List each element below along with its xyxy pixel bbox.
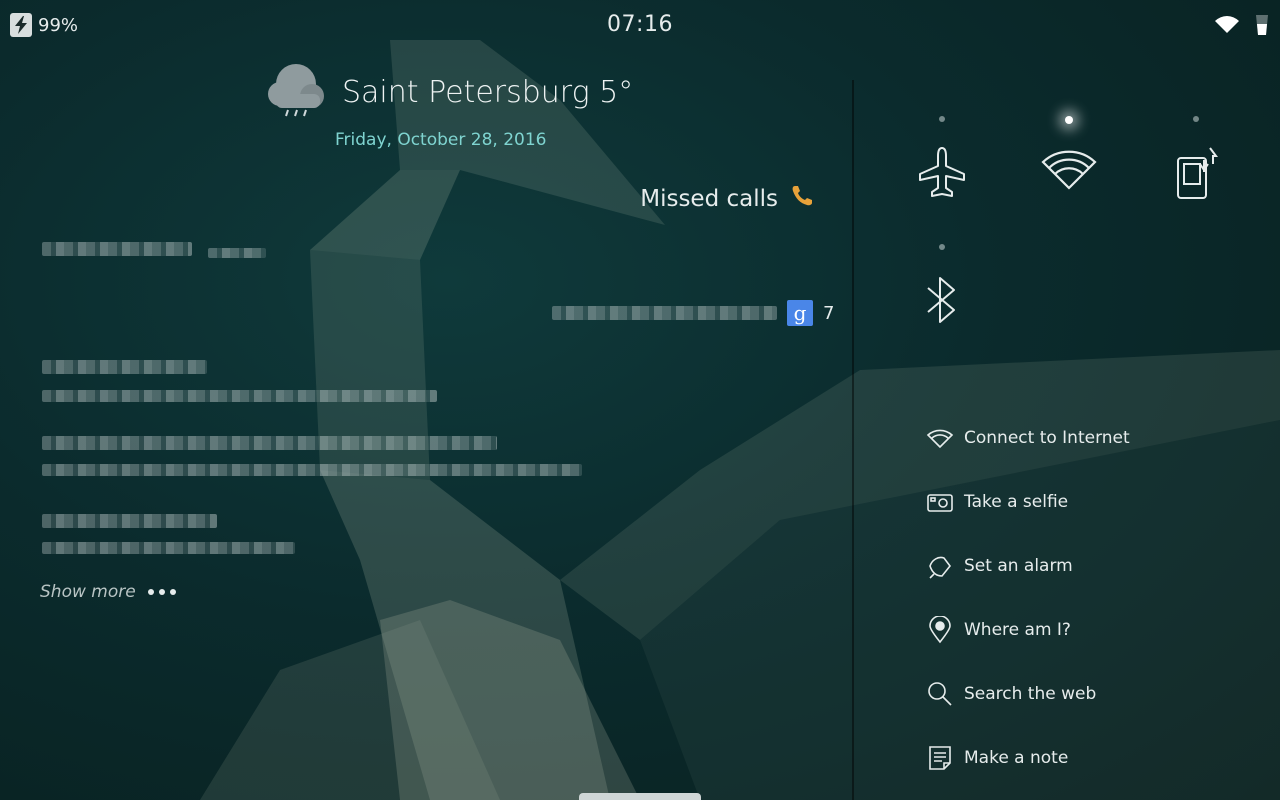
list-item-title — [42, 360, 207, 374]
shortcut-where-am-i[interactable]: Where am I? — [926, 616, 1071, 644]
shortcut-set-alarm[interactable]: Set an alarm — [926, 552, 1073, 580]
toggle-state-dot — [1193, 116, 1199, 122]
wifi-icon — [1039, 146, 1099, 198]
shortcut-label: Set an alarm — [964, 556, 1073, 576]
missed-calls-label: Missed calls — [640, 186, 778, 212]
location-pin-icon — [926, 616, 954, 644]
gmail-count: 7 — [823, 302, 835, 324]
list-item-title — [42, 436, 497, 450]
list-item-title — [42, 514, 217, 528]
shortcut-label: Where am I? — [964, 620, 1071, 640]
wifi-signal-icon — [1214, 15, 1240, 39]
toggle-mobile-data[interactable] — [1156, 116, 1236, 226]
home-handle[interactable] — [579, 793, 701, 800]
camera-icon — [926, 488, 954, 516]
bluetooth-icon — [922, 272, 962, 332]
notification-blurred-time — [208, 248, 266, 258]
date-label: Friday, October 28, 2016 — [335, 130, 547, 150]
phone-icon — [790, 184, 814, 214]
more-dots-icon — [147, 589, 176, 595]
alarm-bell-icon — [926, 552, 954, 580]
shortcut-take-selfie[interactable]: Take a selfie — [926, 488, 1068, 516]
shortcut-make-note[interactable]: Make a note — [926, 744, 1068, 772]
mobile-data-icon — [1168, 144, 1224, 208]
toggle-wifi[interactable] — [1029, 116, 1109, 226]
weather-widget[interactable]: Saint Petersburg 5° — [266, 60, 633, 124]
clock: 07:16 — [607, 12, 673, 37]
show-more-button[interactable]: Show more — [40, 582, 176, 602]
shortcut-label: Search the web — [964, 684, 1097, 704]
toggle-state-dot — [939, 116, 945, 122]
toggle-bluetooth[interactable] — [902, 244, 982, 354]
toggle-state-dot — [939, 244, 945, 250]
shortcut-connect-internet[interactable]: Connect to Internet — [926, 424, 1130, 452]
shortcut-label: Connect to Internet — [964, 428, 1130, 448]
notification-blurred[interactable] — [42, 242, 192, 256]
status-icons — [1214, 14, 1270, 40]
search-icon — [926, 680, 954, 708]
weather-city-temp: Saint Petersburg 5° — [342, 74, 634, 110]
list-item-body — [42, 542, 295, 554]
shortcut-search-web[interactable]: Search the web — [926, 680, 1096, 708]
list-item-body — [42, 390, 437, 402]
gmail-account-blurred — [552, 306, 777, 320]
status-bar: 99% 07:16 — [0, 0, 1280, 50]
toggle-airplane-mode[interactable] — [902, 116, 982, 226]
shortcut-label: Take a selfie — [964, 492, 1069, 512]
show-more-label: Show more — [40, 582, 136, 602]
gmail-notification[interactable]: g 7 — [552, 300, 834, 326]
cellular-signal-icon — [1254, 14, 1270, 40]
airplane-icon — [914, 144, 970, 204]
gmail-icon: g — [787, 300, 813, 326]
panel-divider — [852, 80, 854, 800]
missed-calls[interactable]: Missed calls — [640, 184, 814, 214]
rain-cloud-icon — [266, 60, 328, 124]
note-icon — [926, 744, 954, 772]
shortcut-label: Make a note — [964, 748, 1069, 768]
list-item-body — [42, 464, 582, 476]
toggle-state-dot — [1065, 116, 1073, 124]
wifi-icon — [926, 424, 954, 452]
